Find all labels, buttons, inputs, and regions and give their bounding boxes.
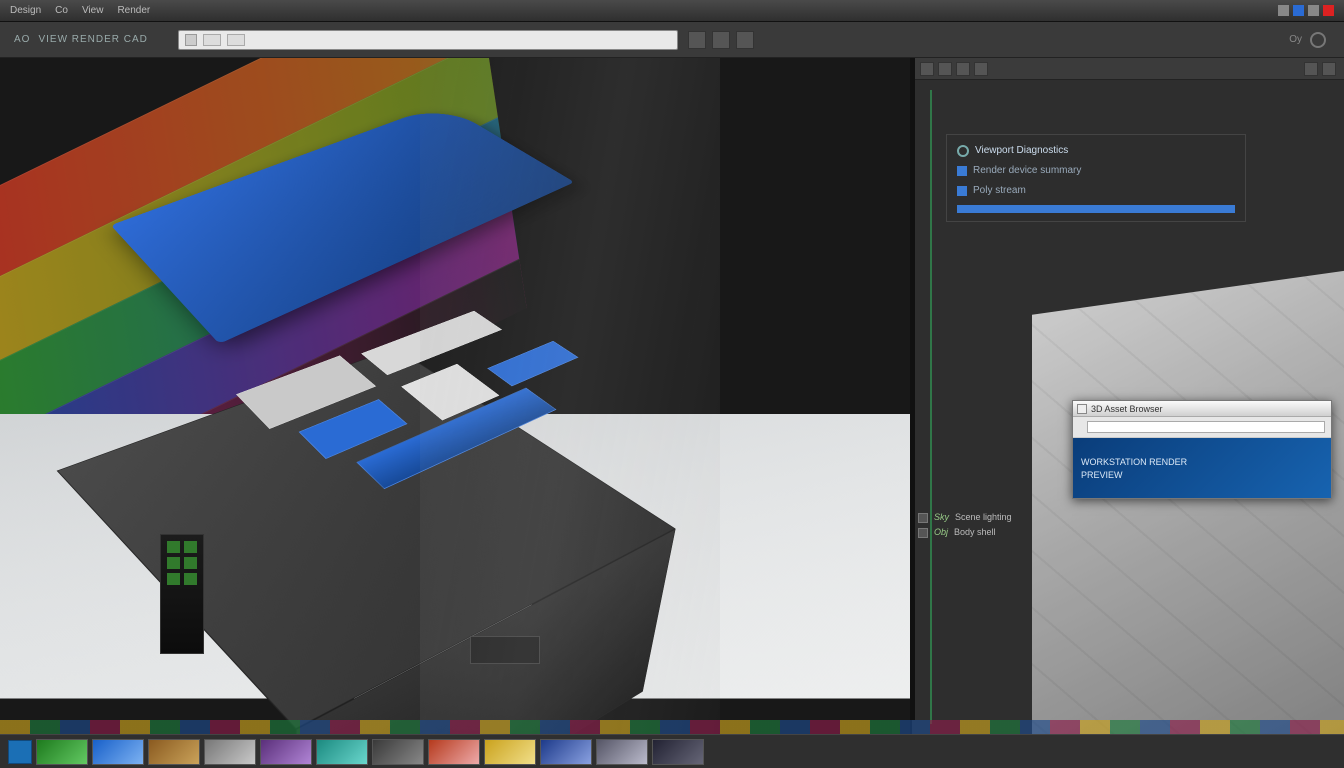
menu-item[interactable]: Design bbox=[10, 5, 41, 16]
window-control-icon[interactable] bbox=[1077, 404, 1087, 414]
addr-chip bbox=[227, 34, 245, 46]
task-thumbnail[interactable] bbox=[428, 739, 480, 765]
panel-tool-icon[interactable] bbox=[974, 62, 988, 76]
tool-button[interactable] bbox=[688, 31, 706, 49]
panel-title: Viewport Diagnostics bbox=[975, 143, 1068, 159]
right-toolbar bbox=[912, 58, 1344, 80]
start-button[interactable] bbox=[8, 740, 32, 764]
task-thumbnail[interactable] bbox=[260, 739, 312, 765]
task-thumbnail[interactable] bbox=[652, 739, 704, 765]
panel-tool-icon[interactable] bbox=[1322, 62, 1336, 76]
os-title-bar: Design Co View Render bbox=[0, 0, 1344, 22]
banner-line: PREVIEW bbox=[1081, 470, 1323, 480]
panel-row-label: Render device summary bbox=[973, 163, 1081, 179]
panel-tool-icon[interactable] bbox=[920, 62, 934, 76]
addr-chip bbox=[203, 34, 221, 46]
task-thumbnail[interactable] bbox=[540, 739, 592, 765]
file-icon bbox=[185, 34, 197, 46]
taskbar bbox=[0, 734, 1344, 768]
menu-item[interactable]: Co bbox=[55, 5, 68, 16]
workspace: Viewport Diagnostics Render device summa… bbox=[0, 58, 1344, 734]
banner-line: WORKSTATION RENDER bbox=[1081, 457, 1323, 467]
task-thumbnail[interactable] bbox=[36, 739, 88, 765]
mode-badge: Oy bbox=[1289, 34, 1302, 45]
brand-mark: AO bbox=[14, 34, 30, 45]
toolbar-buttons bbox=[688, 31, 754, 49]
right-column: Viewport Diagnostics Render device summa… bbox=[912, 58, 1344, 734]
label-chip-icon bbox=[918, 513, 928, 523]
tray-icon[interactable] bbox=[1293, 5, 1304, 16]
tray-icon[interactable] bbox=[1308, 5, 1319, 16]
panel-tool-icon[interactable] bbox=[1304, 62, 1318, 76]
panel-tool-icon[interactable] bbox=[956, 62, 970, 76]
viewport-3d[interactable] bbox=[0, 58, 912, 734]
address-bar[interactable] bbox=[178, 30, 678, 50]
brand-subtitle: VIEW RENDER CAD bbox=[38, 34, 147, 45]
system-tray bbox=[1278, 5, 1334, 16]
label-chip-icon bbox=[918, 528, 928, 538]
label-tag: Sky bbox=[934, 510, 949, 525]
panel-tool-icon[interactable] bbox=[938, 62, 952, 76]
tool-button[interactable] bbox=[736, 31, 754, 49]
refresh-icon[interactable] bbox=[1310, 32, 1326, 48]
tool-button[interactable] bbox=[712, 31, 730, 49]
label-tag: Obj bbox=[934, 525, 948, 540]
label-text: Scene lighting bbox=[955, 510, 1012, 525]
front-panel-leds bbox=[160, 534, 204, 654]
task-thumbnail[interactable] bbox=[316, 739, 368, 765]
task-thumbnail[interactable] bbox=[372, 739, 424, 765]
toolbar-right: Oy bbox=[1289, 32, 1344, 48]
menu-item[interactable]: View bbox=[82, 5, 104, 16]
progress-bar bbox=[957, 205, 1235, 213]
task-thumbnail[interactable] bbox=[92, 739, 144, 765]
dialog-address-field[interactable] bbox=[1087, 421, 1325, 433]
ring-icon bbox=[957, 145, 969, 157]
dialog-title: 3D Asset Browser bbox=[1091, 404, 1163, 414]
dialog-titlebar[interactable]: 3D Asset Browser bbox=[1073, 401, 1331, 417]
tray-close-icon[interactable] bbox=[1323, 5, 1334, 16]
secondary-scene bbox=[1032, 265, 1344, 734]
task-thumbnail[interactable] bbox=[148, 739, 200, 765]
asset-browser-dialog[interactable]: 3D Asset Browser WORKSTATION RENDER PREV… bbox=[1072, 400, 1332, 499]
task-thumbnail[interactable] bbox=[596, 739, 648, 765]
task-thumbnail[interactable] bbox=[204, 739, 256, 765]
menu-item[interactable]: Render bbox=[117, 5, 150, 16]
color-swatch bbox=[957, 166, 967, 176]
tray-icon[interactable] bbox=[1278, 5, 1289, 16]
scene-labels: Sky Scene lighting Obj Body shell bbox=[918, 510, 1078, 541]
pane-divider[interactable] bbox=[912, 58, 915, 720]
color-swatch bbox=[957, 186, 967, 196]
dialog-banner: WORKSTATION RENDER PREVIEW bbox=[1073, 438, 1331, 498]
brand-block: AO VIEW RENDER CAD bbox=[0, 34, 170, 45]
diagnostics-panel: Viewport Diagnostics Render device summa… bbox=[946, 134, 1246, 222]
task-thumbnail[interactable] bbox=[484, 739, 536, 765]
panel-row-label: Poly stream bbox=[973, 183, 1026, 199]
chassis-badge bbox=[470, 636, 540, 664]
app-toolbar: AO VIEW RENDER CAD Oy bbox=[0, 22, 1344, 58]
label-text: Body shell bbox=[954, 525, 996, 540]
component-blue bbox=[487, 341, 578, 387]
color-strip bbox=[0, 720, 1344, 734]
axis-guide bbox=[930, 90, 932, 724]
right-body: Viewport Diagnostics Render device summa… bbox=[912, 80, 1344, 734]
